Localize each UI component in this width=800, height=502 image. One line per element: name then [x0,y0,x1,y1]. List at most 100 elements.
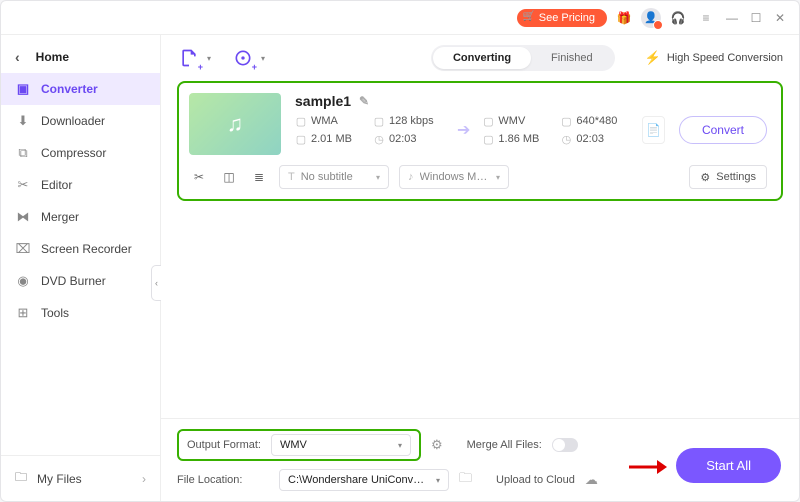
nav-converter[interactable]: ▣ Converter [1,73,160,105]
open-folder-icon[interactable]: 🗀 [459,469,472,491]
nav-label: Downloader [41,114,105,128]
nav-tools[interactable]: ⊞ Tools [1,297,160,329]
close-button[interactable]: ✕ [771,11,789,25]
maximize-button[interactable]: ☐ [747,11,765,25]
file-metrics: ▢WMA ▢2.01 MB ▢128 kbps ◷02:03 ➔ ▢WMV [295,115,767,145]
audio-value: Windows Med... [420,171,490,183]
size-icon: ▢ [295,133,307,145]
nav-dvd-burner[interactable]: ◉ DVD Burner [1,265,160,297]
merge-label: Merge All Files: [467,439,542,451]
resolution-icon: ▢ [560,115,572,127]
nav-label: Compressor [41,146,106,160]
gift-icon[interactable]: 🎁 [613,7,635,29]
compressor-icon: ⧉ [15,145,31,161]
src-size: 2.01 MB [311,133,352,145]
menu-icon[interactable]: ≡ [695,7,717,29]
toolbar: + ▾ + ▾ Converting Finished ⚡ High Speed… [161,35,799,81]
output-format-dropdown[interactable]: WMV ▾ [271,434,411,456]
nav-label: Screen Recorder [41,242,132,256]
nav-home[interactable]: Home [1,41,160,73]
tools-icon: ⊞ [15,305,31,321]
app-window: See Pricing 🎁 👤 🎧 ≡ — ☐ ✕ Home ▣ Convert… [0,0,800,502]
nav-merger[interactable]: ⧓ Merger [1,201,160,233]
music-note-icon: ♫ [227,111,244,137]
tab-converting[interactable]: Converting [433,47,531,69]
src-format: WMA [311,115,338,127]
chevron-right-icon: › [142,472,146,486]
file-info: sample1 ✎ ▢WMA ▢2.01 MB ▢128 kbps [295,93,767,145]
convert-button[interactable]: Convert [679,116,767,144]
minimize-button[interactable]: — [723,11,741,25]
more-icon[interactable]: ≣ [249,167,269,187]
chevron-down-icon: ▾ [376,173,380,182]
titlebar: See Pricing 🎁 👤 🎧 ≡ — ☐ ✕ [1,1,799,35]
start-all-button[interactable]: Start All [676,448,781,483]
subtitle-icon: T [288,171,295,183]
hsc-label: High Speed Conversion [667,52,783,64]
converter-icon: ▣ [15,81,31,97]
chevron-down-icon: ▾ [398,441,402,450]
nav-compressor[interactable]: ⧉ Compressor [1,137,160,169]
arrow-right-icon: ➔ [457,120,470,140]
nav-editor[interactable]: ✂ Editor [1,169,160,201]
bolt-icon: ⚡ [645,50,661,66]
file-list: ♫ sample1 ✎ ▢ WMA ▢ 2.01 MB [161,81,799,418]
subtitle-value: No subtitle [301,171,370,183]
crop-icon[interactable]: ◫ [219,167,239,187]
file-thumbnail[interactable]: ♫ [189,93,281,155]
downloader-icon: ⬇ [15,113,31,129]
bitrate-icon: ▢ [373,115,385,127]
nav-label: Merger [41,210,79,224]
clock-icon: ◷ [373,133,385,145]
audio-track-dropdown[interactable]: ♪ Windows Med... ▾ [399,165,509,189]
rename-icon[interactable]: ✎ [359,94,369,108]
file-name: sample1 [295,93,351,109]
editor-icon: ✂ [15,177,31,193]
cloud-icon[interactable]: ☁ [585,472,598,488]
output-settings-icon[interactable]: ⚙ [431,437,443,453]
footer: Output Format: WMV ▾ ⚙ Merge All Files: … [161,418,799,501]
audio-icon: ♪ [408,171,414,183]
file-location-dropdown[interactable]: C:\Wondershare UniConverter 1 ▾ [279,469,449,491]
file-settings-icon[interactable]: 📄 [642,116,665,144]
tab-finished[interactable]: Finished [531,47,613,69]
add-url-button[interactable]: + [231,46,255,70]
add-file-button[interactable]: + [177,46,201,70]
app-body: Home ▣ Converter ⬇ Downloader ⧉ Compress… [1,35,799,501]
merger-icon: ⧓ [15,209,31,225]
nav-label: Tools [41,306,69,320]
status-tabs: Converting Finished [431,45,615,71]
file-location-value: C:\Wondershare UniConverter 1 [288,474,430,486]
nav-downloader[interactable]: ⬇ Downloader [1,105,160,137]
plus-badge-icon: + [198,62,203,72]
support-icon[interactable]: 🎧 [667,7,689,29]
high-speed-conversion-toggle[interactable]: ⚡ High Speed Conversion [645,50,783,66]
add-url-chevron[interactable]: ▾ [261,54,265,63]
see-pricing-button[interactable]: See Pricing [517,9,607,27]
sidebar-collapse-toggle[interactable]: ‹ [151,265,161,301]
subtitle-dropdown[interactable]: T No subtitle ▾ [279,165,389,189]
format-icon: ▢ [295,115,307,127]
file-tools-row: ✂ ◫ ≣ T No subtitle ▾ ♪ Windows Med... ▾ [189,165,767,189]
size-icon: ▢ [482,133,494,145]
nav-screen-recorder[interactable]: ⌧ Screen Recorder [1,233,160,265]
dvd-burner-icon: ◉ [15,273,31,289]
merge-toggle[interactable] [552,438,578,452]
user-avatar[interactable]: 👤 [641,8,661,28]
output-format-value: WMV [280,439,307,451]
format-icon: ▢ [482,115,494,127]
output-format-label: Output Format: [187,439,261,451]
add-file-chevron[interactable]: ▾ [207,54,211,63]
main-panel: + ▾ + ▾ Converting Finished ⚡ High Speed… [161,35,799,501]
trim-icon[interactable]: ✂ [189,167,209,187]
my-files-button[interactable]: 🗀 My Files › [1,455,160,501]
settings-label: Settings [716,171,756,183]
folder-icon: 🗀 [15,468,27,489]
file-location-label: File Location: [177,474,269,486]
dst-duration: 02:03 [576,133,604,145]
nav-label: Converter [41,82,98,96]
file-info-row: ♫ sample1 ✎ ▢ WMA ▢ 2.01 MB [189,93,767,155]
nav-label: DVD Burner [41,274,106,288]
settings-button[interactable]: ⚙ Settings [689,165,767,189]
clock-icon: ◷ [560,133,572,145]
